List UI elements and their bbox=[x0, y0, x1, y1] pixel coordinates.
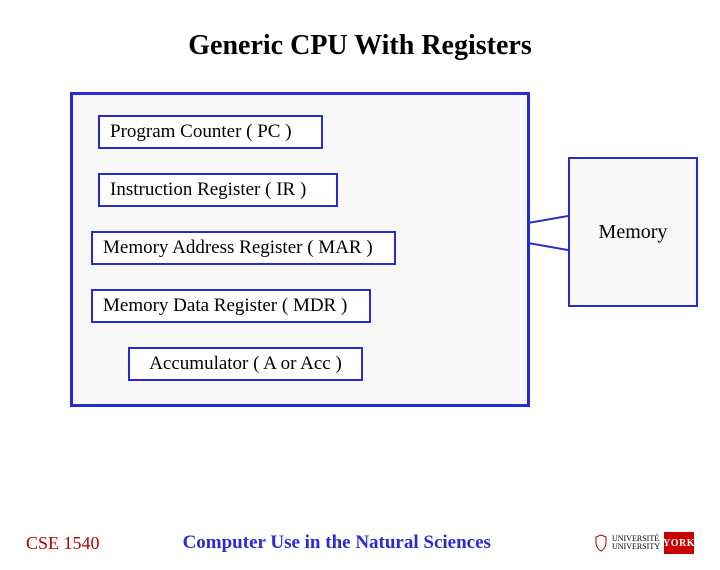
register-acc: Accumulator ( A or Acc ) bbox=[128, 347, 363, 381]
footer-subtitle: Computer Use in the Natural Sciences bbox=[80, 532, 594, 554]
register-ir: Instruction Register ( IR ) bbox=[98, 173, 338, 207]
memory-box: Memory bbox=[568, 157, 698, 307]
register-mar: Memory Address Register ( MAR ) bbox=[91, 231, 396, 265]
york-logo: UNIVERSITÉ UNIVERSITY YORK bbox=[594, 532, 694, 554]
cpu-box: Program Counter ( PC ) Instruction Regis… bbox=[70, 92, 530, 407]
diagram: Program Counter ( PC ) Instruction Regis… bbox=[0, 92, 720, 422]
bus-connector-icon bbox=[528, 222, 570, 244]
register-mdr: Memory Data Register ( MDR ) bbox=[91, 289, 371, 323]
slide-title: Generic CPU With Registers bbox=[0, 30, 720, 62]
logo-name: YORK bbox=[664, 532, 694, 554]
crest-icon bbox=[594, 534, 608, 552]
register-pc: Program Counter ( PC ) bbox=[98, 115, 323, 149]
memory-label: Memory bbox=[599, 221, 668, 244]
footer: CSE 1540 Computer Use in the Natural Sci… bbox=[0, 532, 720, 554]
logo-tag: UNIVERSITÉ UNIVERSITY bbox=[612, 535, 660, 551]
